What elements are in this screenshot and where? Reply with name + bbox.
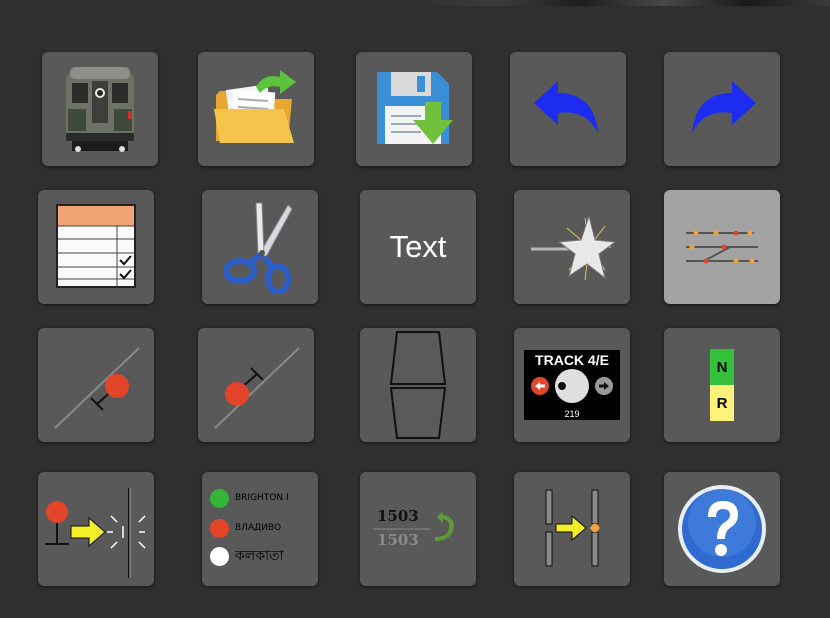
track-panel-icon: TRACK 4/E 219 [524, 350, 620, 420]
star-burst-icon [531, 214, 615, 281]
track-layout-icon [686, 230, 758, 264]
station-row: BRIGHTON I [210, 486, 289, 510]
station-label: BRIGHTON I [235, 493, 289, 503]
undo-arrow-icon [534, 81, 598, 133]
track-panel-button[interactable]: TRACK 4/E 219 [514, 328, 630, 442]
station-dot-white [210, 546, 229, 566]
station-row: কলকাতা [210, 544, 284, 568]
signal-move-icon [45, 488, 146, 578]
text-tool-button[interactable]: Text [360, 190, 476, 304]
help-icon [678, 485, 766, 573]
station-row: ВЛАДИВО [210, 516, 281, 540]
save-disk-icon [377, 72, 453, 144]
signal-left-icon [54, 347, 140, 429]
open-folder-icon [214, 70, 296, 143]
cut-button[interactable] [202, 190, 318, 304]
signal-move-button[interactable] [38, 472, 154, 586]
track-insert-icon [545, 489, 600, 567]
track-insert-button[interactable] [514, 472, 630, 586]
table-button[interactable] [38, 190, 154, 304]
lever-reverse-label: R [710, 385, 734, 421]
signal-right-button[interactable] [198, 328, 314, 442]
number-swap-button[interactable]: 1503 1503 [360, 472, 476, 586]
track-panel-number: 219 [564, 409, 580, 419]
number-swap-icon: 1503 1503 [373, 499, 463, 559]
redo-arrow-icon [692, 81, 756, 133]
station-names-icon: BRIGHTON I ВЛАДИВО কলকাতা [210, 484, 310, 574]
help-button[interactable] [664, 472, 780, 586]
lever-nr-button[interactable]: N R [664, 328, 780, 442]
swap-arrow-icon [373, 511, 454, 541]
track-panel-controls [531, 369, 613, 403]
station-label: কলকাতা [235, 548, 284, 564]
track-layout-button[interactable] [664, 190, 780, 304]
text-tool-label: Text [389, 229, 447, 264]
station-dot-green [210, 488, 229, 508]
redo-button[interactable] [664, 52, 780, 166]
lever-normal-label: N [710, 349, 734, 385]
subway-car-button[interactable] [42, 52, 158, 166]
open-file-button[interactable] [198, 52, 314, 166]
undo-button[interactable] [510, 52, 626, 166]
lever-nr-icon: N R [710, 349, 734, 421]
scissors-icon [223, 202, 293, 293]
platform-shape-button[interactable] [360, 328, 476, 442]
table-checklist-icon [56, 204, 136, 288]
subway-car-icon [66, 67, 134, 152]
number-bottom: 1503 [377, 531, 419, 549]
top-strip [0, 0, 830, 6]
station-names-button[interactable]: BRIGHTON I ВЛАДИВО কলকাতা [202, 472, 318, 586]
save-button[interactable] [356, 52, 472, 166]
station-dot-red [210, 518, 229, 538]
star-burst-button[interactable] [514, 190, 630, 304]
station-label: ВЛАДИВО [235, 523, 282, 533]
signal-left-button[interactable] [38, 328, 154, 442]
platform-shape-icon [389, 331, 447, 439]
signal-right-icon [214, 347, 300, 429]
